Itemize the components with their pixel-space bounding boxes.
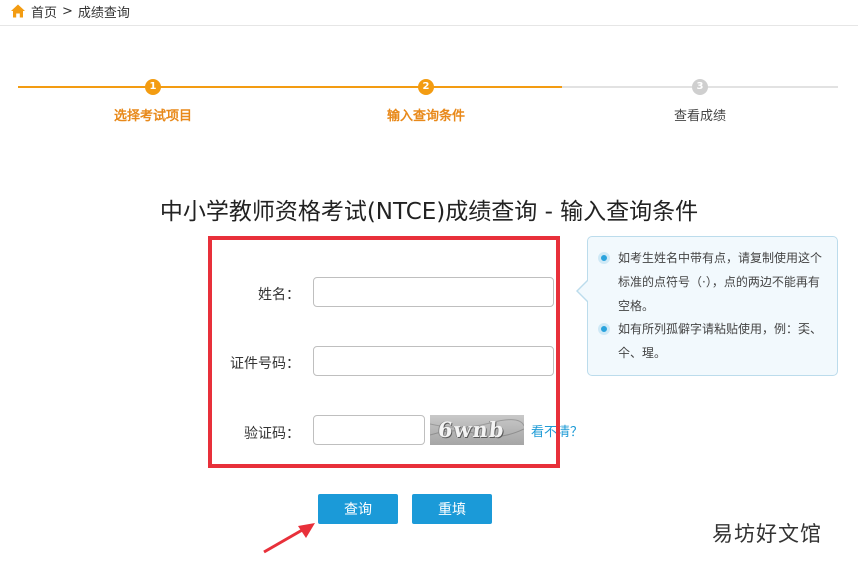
info-bullet-icon	[598, 252, 610, 264]
breadcrumb-separator: >	[62, 3, 73, 19]
step-3-indicator: 3	[692, 79, 708, 95]
reset-button[interactable]: 重填	[412, 494, 492, 524]
tip-item: 如考生姓名中带有点，请复制使用这个标准的点符号（·），点的两边不能再有空格。	[598, 246, 829, 318]
home-icon[interactable]	[10, 3, 26, 19]
step-2-label: 输入查询条件	[386, 109, 465, 124]
info-bullet-icon	[598, 323, 610, 335]
step-3-label: 查看成绩	[673, 109, 726, 124]
step-2-indicator: 2	[418, 79, 434, 95]
watermark-text: 易坊好文馆	[712, 522, 822, 546]
query-button[interactable]: 查询	[318, 494, 398, 524]
header-divider	[0, 25, 858, 26]
tip-text: 如有所列孤僻字请粘贴使用，例：奀、仐、瑆。	[618, 322, 823, 360]
highlight-annotation-box	[208, 236, 560, 468]
tip-pointer-fill	[578, 281, 588, 301]
page-title: 中小学教师资格考试(NTCE)成绩查询 - 输入查询条件	[159, 199, 699, 225]
step-1-label: 选择考试项目	[113, 109, 192, 124]
breadcrumb-current: 成绩查询	[77, 5, 130, 21]
breadcrumb: 首页 > 成绩查询	[10, 2, 130, 21]
red-arrow-icon	[263, 523, 315, 554]
progress-line-complete	[18, 86, 562, 88]
tip-text: 如考生姓名中带有点，请复制使用这个标准的点符号（·），点的两边不能再有空格。	[618, 251, 823, 313]
tips-panel: 如考生姓名中带有点，请复制使用这个标准的点符号（·），点的两边不能再有空格。 如…	[587, 236, 838, 376]
tip-item: 如有所列孤僻字请粘贴使用，例：奀、仐、瑆。	[598, 317, 829, 365]
breadcrumb-home-link[interactable]: 首页	[31, 2, 57, 21]
step-1-indicator: 1	[145, 79, 161, 95]
